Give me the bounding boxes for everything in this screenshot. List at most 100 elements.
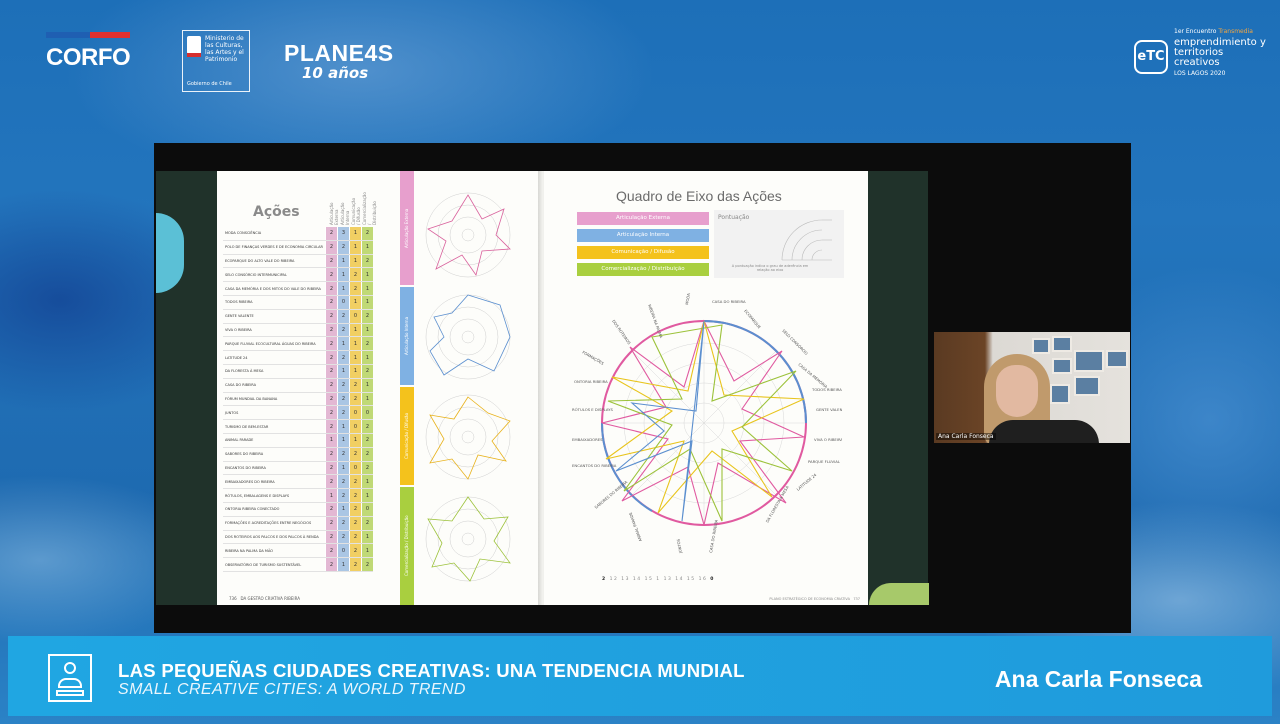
action-score: 2 (361, 336, 373, 352)
action-score: 2 (349, 502, 362, 517)
svg-text:JUNTOS: JUNTOS (675, 538, 683, 555)
talk-title-en: SMALL CREATIVE CITIES: A WORLD TREND (118, 681, 466, 698)
action-score: 0 (349, 405, 362, 421)
action-score: 2 (361, 254, 373, 269)
wall-picture (1032, 338, 1050, 354)
corfo-logo: CORFO (46, 32, 148, 72)
action-score: 2 (361, 433, 373, 448)
col-header-4: Comercialização / Distribuição (362, 192, 377, 225)
action-score: 1 (337, 281, 350, 296)
action-score: 1 (337, 254, 350, 269)
etc-event-line: 1er Encuentro Transmedia (1174, 28, 1253, 35)
band-comunicacao: Comunicação / Difusão (400, 387, 414, 485)
action-score: 0 (349, 419, 362, 434)
action-score: 1 (337, 364, 350, 379)
book-page-right: Quadro de Eixo das Ações Articulação Ext… (544, 171, 868, 605)
action-score: 2 (325, 227, 338, 241)
col-header-2: Articulação Interna (340, 202, 350, 225)
action-score: 0 (349, 309, 362, 324)
action-score: 2 (337, 378, 350, 393)
action-score: 2 (325, 447, 338, 462)
action-score: 2 (325, 461, 338, 476)
action-score: 2 (337, 474, 350, 490)
action-score: 1 (349, 295, 362, 310)
action-score: 2 (337, 240, 350, 255)
table-row: ONTORIA RIBEIRA CONECTADO 2 1 2 0 (223, 502, 373, 517)
table-row: JUNTOS 2 2 0 0 (223, 405, 373, 421)
scale-value: 16 (698, 577, 708, 582)
gobierno-text: Gobierno de Chile (187, 81, 232, 87)
action-name: RÓTULOS, EMBALAGENS E DISPLAYS (223, 488, 326, 503)
planes-wordmark: PLANE4S (284, 40, 394, 66)
table-row: LATITUDE 24 2 2 1 1 (223, 350, 373, 365)
scale-value: 1 (656, 577, 661, 582)
svg-text:MODA: MODA (684, 292, 691, 305)
action-score: 1 (349, 323, 362, 338)
action-score: 1 (337, 336, 350, 352)
action-name: SELO CONSÓRCIO INTERMUNICIPAL (223, 267, 326, 283)
action-score: 0 (337, 295, 350, 310)
action-score: 2 (325, 364, 338, 379)
table-row: VIVA O RIBEIRA 2 2 1 1 (223, 323, 373, 338)
pontuacao-fan-icon (781, 219, 832, 261)
action-score: 2 (325, 267, 338, 283)
action-score: 1 (337, 461, 350, 476)
pontuacao-note: A pontuação indica o grau de aderência e… (731, 264, 809, 272)
action-score: 2 (361, 461, 373, 476)
action-score: 1 (337, 267, 350, 283)
action-score: 2 (325, 254, 338, 269)
action-score: 3 (337, 227, 350, 241)
talk-title-es: LAS PEQUEÑAS CIUDADES CREATIVAS: UNA TEN… (118, 660, 745, 681)
action-score: 1 (361, 323, 373, 338)
action-name: GENTE VALENTE (223, 309, 326, 324)
action-name: LATITUDE 24 (223, 350, 326, 365)
action-score: 2 (337, 488, 350, 503)
action-score: 2 (325, 405, 338, 421)
action-score: 1 (349, 336, 362, 352)
action-score: 1 (361, 295, 373, 310)
mini-radar-externa (425, 192, 511, 278)
svg-text:FORMAÇÕES: FORMAÇÕES (582, 350, 606, 367)
action-score: 1 (349, 254, 362, 269)
action-score: 1 (361, 474, 373, 490)
scale-value: 0 (710, 577, 715, 582)
scale-value: 2 (602, 577, 607, 582)
action-score: 1 (337, 433, 350, 448)
svg-text:VIVA O RIBEIRA: VIVA O RIBEIRA (814, 437, 842, 442)
col-header-1: Articulação Externa (329, 202, 339, 225)
svg-text:SABORES DO RIBEIRA: SABORES DO RIBEIRA (593, 479, 628, 510)
svg-text:EMBAIXADORES: EMBAIXADORES (572, 437, 603, 442)
table-row: RÓTULOS, EMBALAGENS E DISPLAYS 1 2 2 1 (223, 488, 373, 503)
action-name: CASA DO RIBEIRA (223, 378, 326, 393)
legend-articulacao-interna: Articulação Interna (577, 229, 709, 242)
action-score: 2 (325, 323, 338, 338)
svg-text:RÓTULOS E DISPLAYS: RÓTULOS E DISPLAYS (572, 407, 613, 412)
wall-picture (1052, 358, 1072, 374)
scale-value: 14 (675, 577, 684, 582)
svg-text:ONTORIA RIBEIRA: ONTORIA RIBEIRA (574, 379, 608, 384)
scale-value: 13 (663, 577, 673, 582)
action-score: 2 (337, 350, 350, 365)
band-comercializacao: Comercialização / Distribuição (400, 487, 414, 605)
wall-picture (1074, 350, 1104, 372)
etc-logo: eTC 1er Encuentro Transmedia emprendimie… (1134, 28, 1266, 84)
action-score: 2 (361, 447, 373, 462)
action-score: 1 (349, 350, 362, 365)
svg-text:LATITUDE 24: LATITUDE 24 (795, 472, 817, 492)
action-score: 2 (325, 378, 338, 393)
table-row: FÓRUM MUNDIAL DA BANANA 2 2 2 1 (223, 392, 373, 407)
lower-third: LAS PEQUEÑAS CIUDADES CREATIVAS: UNA TEN… (8, 636, 1272, 716)
action-score: 2 (325, 502, 338, 517)
action-score: 2 (337, 309, 350, 324)
action-score: 2 (337, 530, 350, 545)
speaker-face (996, 365, 1038, 417)
table-row: FORMAÇÕES E ACREDITAÇÕES ENTRE NEGÓCIOS 2… (223, 516, 373, 531)
action-score: 1 (337, 557, 350, 572)
action-name: POLO DE FINANÇAS VERDES E DE ECONOMIA CI… (223, 240, 326, 255)
action-score: 2 (325, 281, 338, 296)
col-header-3: Comunicação / Difusão (351, 197, 361, 225)
legend-comunicacao: Comunicação / Difusão (577, 246, 709, 259)
action-score: 1 (349, 240, 362, 255)
action-score: 2 (349, 543, 362, 559)
etc-title: emprendimiento y territorios creativos (1174, 37, 1266, 68)
